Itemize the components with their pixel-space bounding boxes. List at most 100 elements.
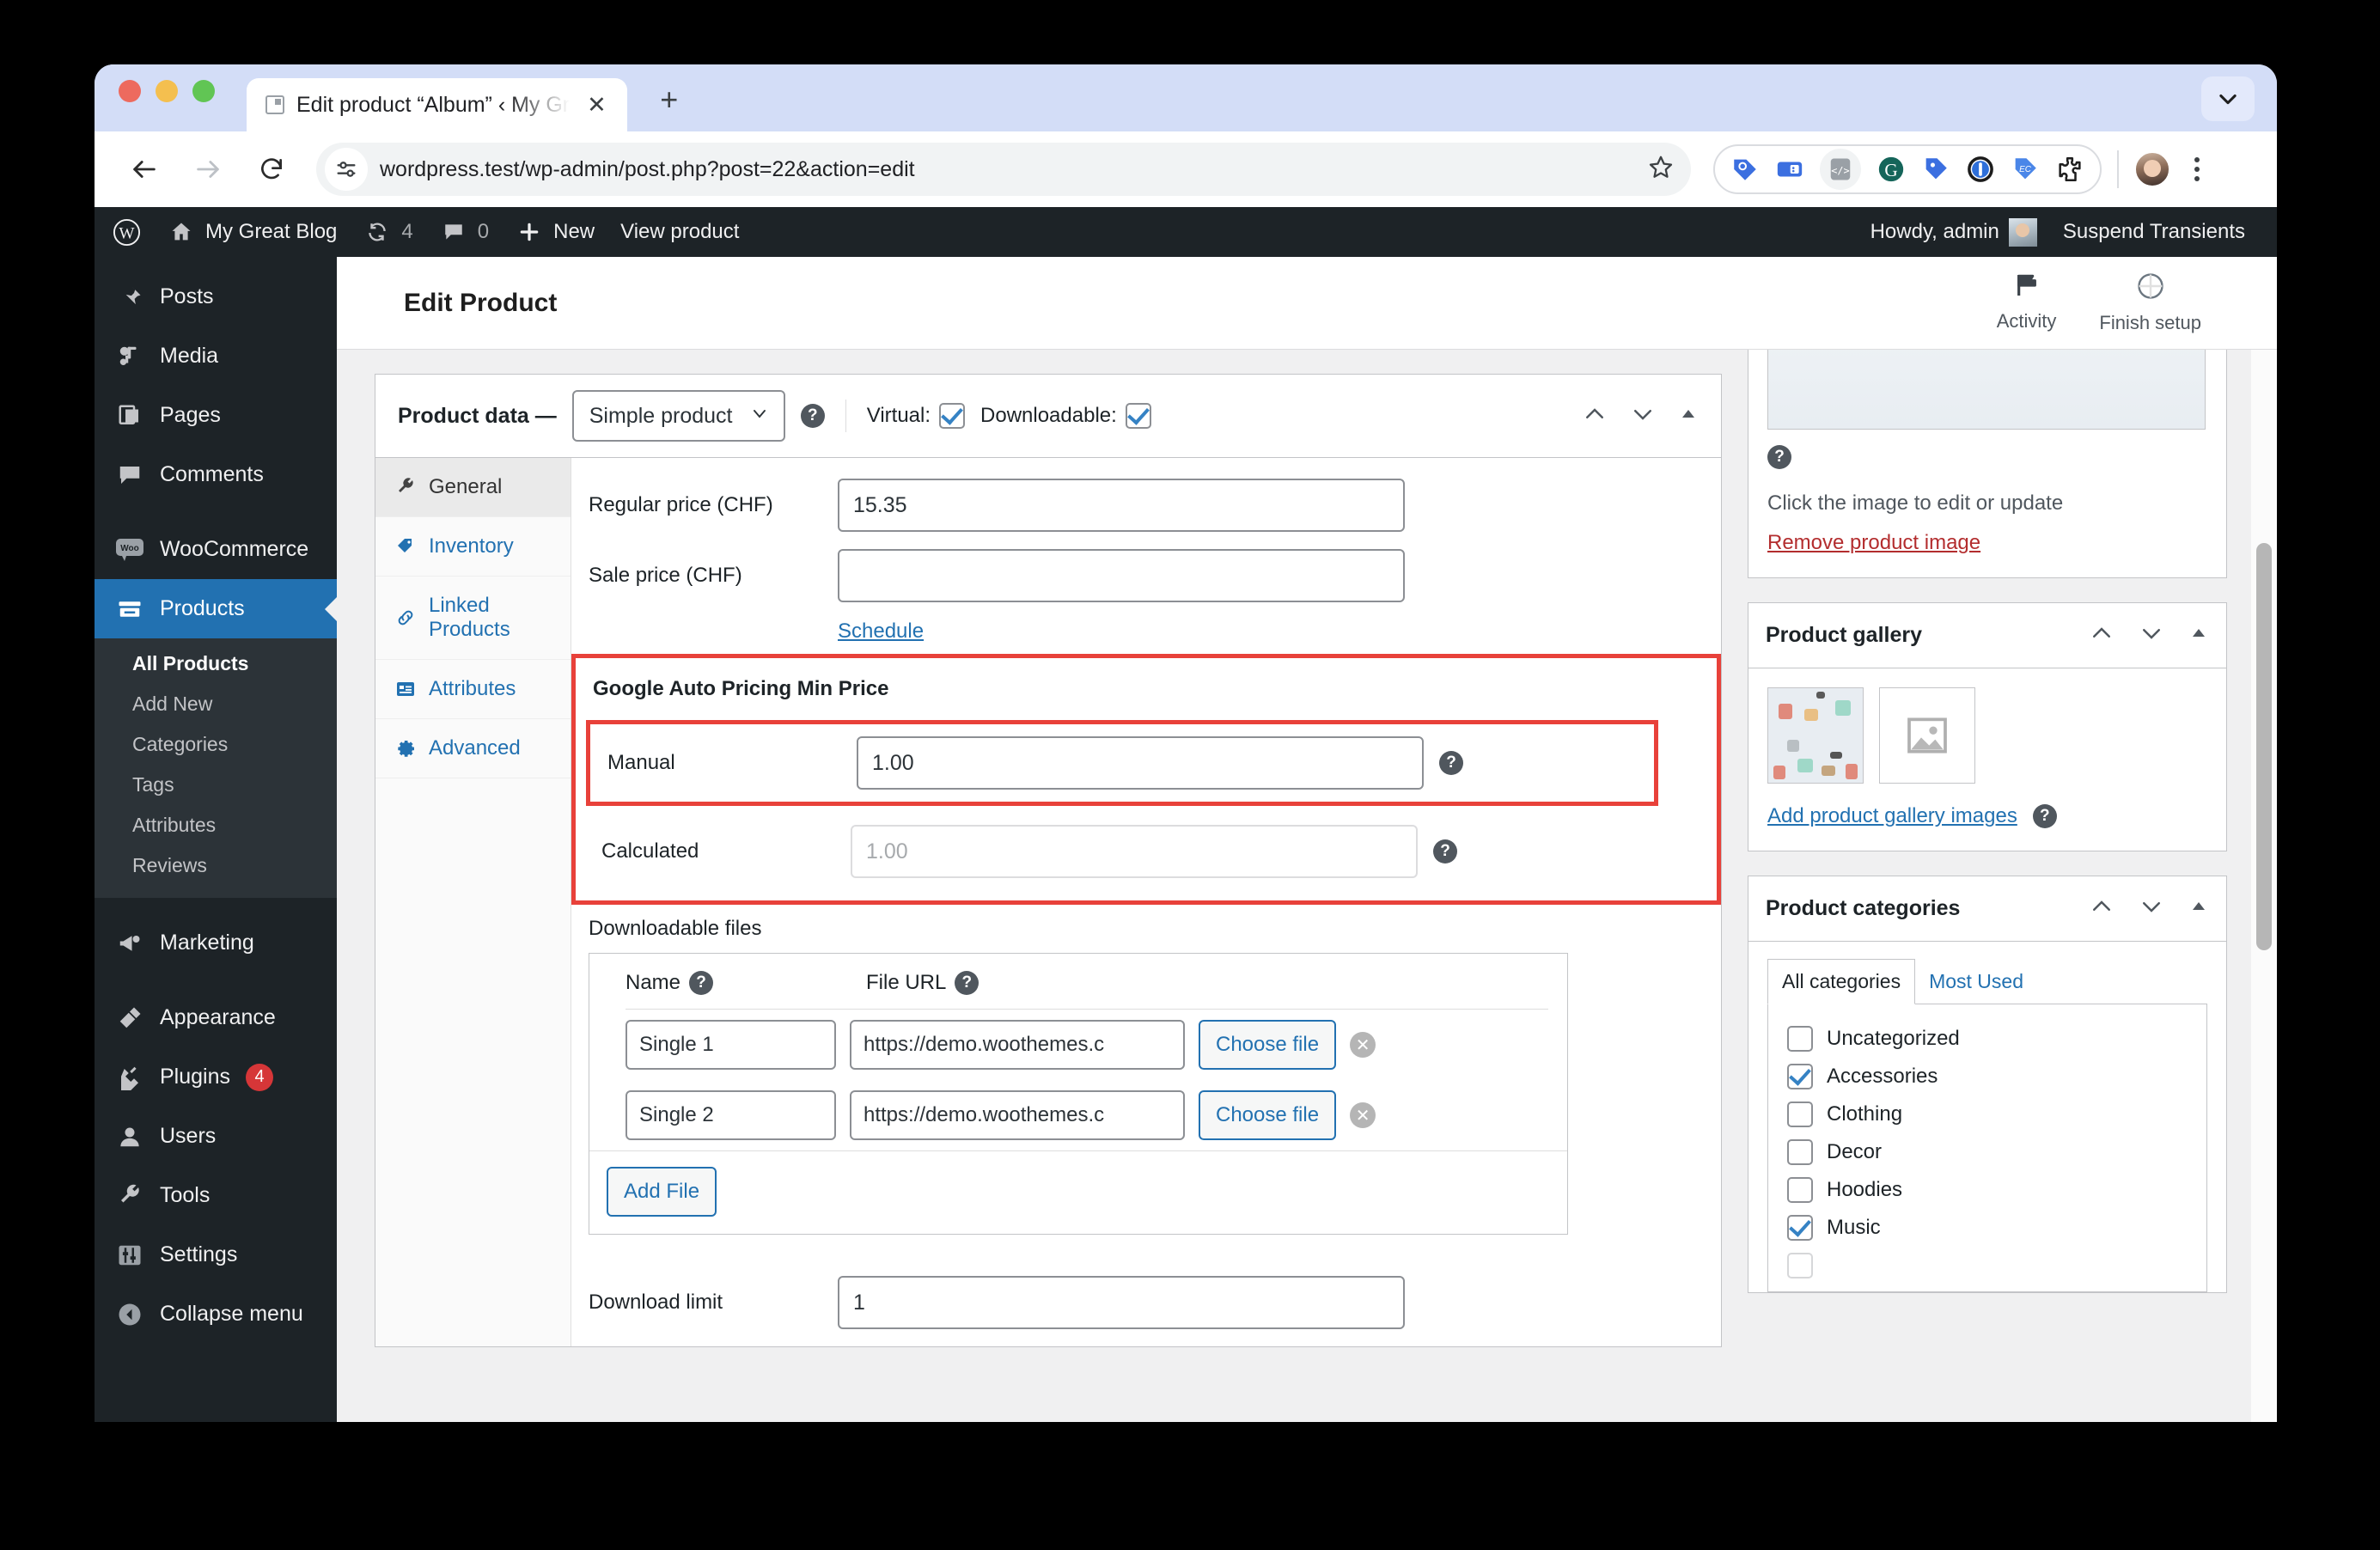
card-icon[interactable] <box>1775 155 1804 184</box>
product-type-help-icon[interactable]: ? <box>800 404 825 428</box>
add-file-button[interactable]: Add File <box>607 1167 717 1217</box>
remove-file-icon[interactable]: ✕ <box>1350 1032 1376 1058</box>
suspend-transients-link[interactable]: Suspend Transients <box>2050 207 2258 257</box>
category-checkbox[interactable] <box>1787 1215 1813 1241</box>
sidebar-item-appearance[interactable]: Appearance <box>95 988 337 1047</box>
downloadable-checkbox[interactable] <box>1125 403 1151 429</box>
tab-advanced[interactable]: Advanced <box>375 719 571 778</box>
tab-attributes[interactable]: Attributes <box>375 660 571 719</box>
move-down-icon[interactable] <box>2139 620 2164 650</box>
product-type-select[interactable]: Simple product <box>571 390 785 442</box>
toggle-panel-icon[interactable] <box>2188 896 2209 921</box>
tab-all-categories[interactable]: All categories <box>1767 959 1916 1004</box>
list-item[interactable]: Accessories <box>1787 1058 2206 1095</box>
move-up-icon[interactable] <box>2089 894 2115 924</box>
sidebar-item-add-new[interactable]: Add New <box>95 684 337 724</box>
file-name-input[interactable]: Single 1 <box>626 1020 836 1070</box>
calculated-price-help-icon[interactable]: ? <box>1433 839 1457 863</box>
new-tab-button[interactable]: + <box>650 80 689 119</box>
category-checkbox[interactable] <box>1787 1253 1813 1278</box>
file-url-input[interactable]: https://demo.woothemes.c <box>850 1020 1185 1070</box>
category-checkbox[interactable] <box>1787 1139 1813 1165</box>
profile-avatar[interactable] <box>2134 151 2170 187</box>
site-settings-icon[interactable] <box>325 148 368 191</box>
move-down-icon[interactable] <box>2139 894 2164 924</box>
toggle-panel-icon[interactable] <box>2188 623 2209 648</box>
category-checkbox[interactable] <box>1787 1064 1813 1089</box>
sidebar-item-categories[interactable]: Categories <box>95 724 337 765</box>
reload-button[interactable] <box>246 143 297 195</box>
list-item[interactable]: Uncategorized <box>1787 1020 2206 1058</box>
sidebar-item-reviews[interactable]: Reviews <box>95 845 337 886</box>
category-checkbox[interactable] <box>1787 1177 1813 1203</box>
gallery-image-placeholder[interactable] <box>1879 687 1975 784</box>
product-image-wrap[interactable] <box>1748 350 2226 430</box>
list-item[interactable] <box>1787 1247 2206 1285</box>
sidebar-item-settings[interactable]: Settings <box>95 1225 337 1285</box>
sidebar-item-media[interactable]: Media <box>95 326 337 386</box>
bookmark-star-icon[interactable] <box>1648 154 1674 186</box>
forward-button[interactable] <box>182 143 234 195</box>
move-down-icon[interactable] <box>1630 401 1656 431</box>
ec-tag-icon[interactable]: EC <box>2011 155 2040 184</box>
file-url-help-icon[interactable]: ? <box>955 971 979 995</box>
add-product-gallery-images-link[interactable]: Add product gallery images <box>1767 804 2017 828</box>
browser-tab[interactable]: Edit product “Album” ‹ My Gr ✕ <box>247 78 627 131</box>
remove-product-image-link[interactable]: Remove product image <box>1767 531 1980 554</box>
close-icon[interactable]: ✕ <box>582 90 612 120</box>
puzzle-icon[interactable] <box>2055 155 2084 184</box>
gallery-image-thumbnail[interactable] <box>1767 687 1864 784</box>
tag-blue-icon[interactable] <box>1730 155 1760 184</box>
remove-file-icon[interactable]: ✕ <box>1350 1102 1376 1128</box>
manual-price-help-icon[interactable]: ? <box>1439 751 1463 775</box>
sidebar-item-marketing[interactable]: Marketing <box>95 913 337 973</box>
list-item[interactable]: Music <box>1787 1209 2206 1247</box>
file-url-input[interactable]: https://demo.woothemes.c <box>850 1090 1185 1140</box>
sale-price-input[interactable] <box>838 549 1405 602</box>
page-scrollbar[interactable] <box>2251 350 2277 1422</box>
sidebar-item-plugins[interactable]: Plugins 4 <box>95 1047 337 1107</box>
sidebar-collapse-menu[interactable]: Collapse menu <box>95 1285 337 1344</box>
toggle-panel-icon[interactable] <box>1678 404 1699 429</box>
download-limit-input[interactable]: 1 <box>838 1276 1405 1329</box>
code-icon[interactable]: </> <box>1820 149 1861 190</box>
list-item[interactable]: Decor <box>1787 1133 2206 1171</box>
site-name-menu[interactable]: My Great Blog <box>154 207 350 257</box>
chevron-down-icon[interactable] <box>2201 76 2255 121</box>
window-maximize-button[interactable] <box>192 80 215 102</box>
sidebar-item-products[interactable]: Products <box>95 579 337 638</box>
virtual-checkbox[interactable] <box>939 403 966 429</box>
browser-menu-icon[interactable] <box>2188 157 2206 181</box>
sidebar-item-tools[interactable]: Tools <box>95 1166 337 1225</box>
activity-button[interactable]: Activity <box>1997 272 2056 334</box>
address-bar[interactable]: wordpress.test/wp-admin/post.php?post=22… <box>316 143 1691 196</box>
back-button[interactable] <box>119 143 170 195</box>
sidebar-item-posts[interactable]: Posts <box>95 267 337 326</box>
manual-price-input[interactable]: 1.00 <box>857 736 1424 790</box>
sidebar-item-pages[interactable]: Pages <box>95 386 337 445</box>
view-product-link[interactable]: View product <box>607 207 752 257</box>
name-help-icon[interactable]: ? <box>689 971 714 995</box>
regular-price-input[interactable]: 15.35 <box>838 479 1405 532</box>
product-image-help-icon[interactable]: ? <box>1767 445 1791 469</box>
choose-file-button[interactable]: Choose file <box>1199 1020 1337 1070</box>
product-image-thumbnail[interactable] <box>1767 350 2206 430</box>
tab-most-used[interactable]: Most Used <box>1915 960 2037 1004</box>
tab-general[interactable]: General <box>375 458 571 517</box>
tag-icon[interactable] <box>1921 155 1950 184</box>
grammarly-icon[interactable]: G <box>1877 155 1906 184</box>
tab-linked-products[interactable]: Linked Products <box>375 577 571 660</box>
downloadable-checkbox-row[interactable]: Downloadable: <box>980 403 1151 429</box>
list-item[interactable]: Clothing <box>1787 1095 2206 1133</box>
virtual-checkbox-row[interactable]: Virtual: <box>867 403 966 429</box>
list-item[interactable]: Hoodies <box>1787 1171 2206 1209</box>
sidebar-item-attributes[interactable]: Attributes <box>95 805 337 845</box>
tab-inventory[interactable]: Inventory <box>375 517 571 577</box>
category-checkbox[interactable] <box>1787 1101 1813 1127</box>
choose-file-button[interactable]: Choose file <box>1199 1090 1337 1140</box>
new-content-menu[interactable]: New <box>502 207 607 257</box>
onepassword-icon[interactable] <box>1966 155 1995 184</box>
product-gallery-help-icon[interactable]: ? <box>2032 804 2057 828</box>
page-scrollbar-thumb[interactable] <box>2256 542 2272 950</box>
updates-menu[interactable]: 4 <box>350 207 425 257</box>
